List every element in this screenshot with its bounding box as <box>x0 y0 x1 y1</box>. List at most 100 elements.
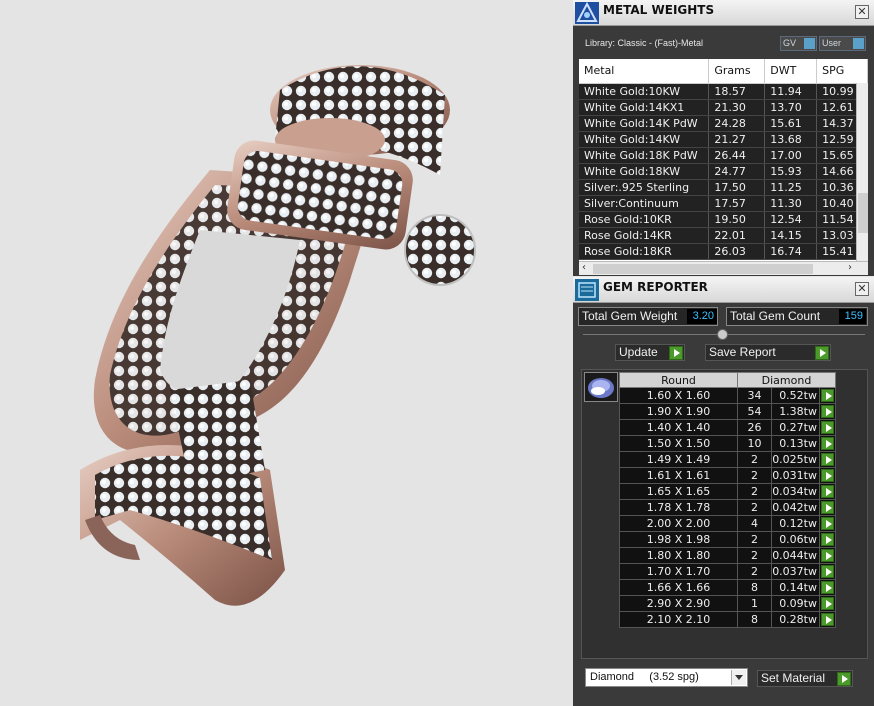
gem-size: 1.70 X 1.70 <box>619 563 738 580</box>
gem-row[interactable]: 1.49 X 1.49 2 0.025tw <box>619 451 836 468</box>
scroll-right-icon[interactable]: › <box>848 262 852 273</box>
gem-row-go-icon[interactable] <box>821 581 834 594</box>
gem-row-go-icon[interactable] <box>821 565 834 578</box>
set-material-go-icon[interactable] <box>837 672 851 686</box>
metal-row[interactable]: White Gold:18K PdW 26.44 17.00 15.65 <box>579 147 868 164</box>
gem-row[interactable]: 2.00 X 2.00 4 0.12tw <box>619 515 836 532</box>
column-header-spg[interactable]: SPG <box>816 59 868 84</box>
gem-reporter-icon <box>575 279 599 301</box>
gem-row[interactable]: 1.60 X 1.60 34 0.52tw <box>619 387 836 404</box>
metal-name: Rose Gold:18KR <box>579 243 710 260</box>
gem-row-go-icon[interactable] <box>821 453 834 466</box>
metal-name: White Gold:14KW <box>579 131 710 148</box>
update-button-label: Update <box>619 345 658 359</box>
grams-value: 17.57 <box>708 195 766 212</box>
gem-row-go-icon[interactable] <box>821 501 834 514</box>
gem-row-go-icon[interactable] <box>821 533 834 546</box>
user-toggle[interactable]: User <box>819 36 866 51</box>
vertical-scroll-thumb[interactable] <box>858 193 868 233</box>
total-gem-count-label: Total Gem Count <box>730 309 821 323</box>
metal-name: Rose Gold:14KR <box>579 227 710 244</box>
column-header-grams[interactable]: Grams <box>708 59 766 84</box>
gem-row[interactable]: 1.78 X 1.78 2 0.042tw <box>619 499 836 516</box>
grams-value: 26.44 <box>708 147 766 164</box>
chevron-down-icon[interactable] <box>731 670 746 685</box>
gem-row-action-cell <box>819 451 836 468</box>
gem-row[interactable]: 2.90 X 2.90 1 0.09tw <box>619 595 836 612</box>
gem-row[interactable]: 1.65 X 1.65 2 0.034tw <box>619 483 836 500</box>
gem-row[interactable]: 2.10 X 2.10 8 0.28tw <box>619 611 836 628</box>
gem-row-go-icon[interactable] <box>821 421 834 434</box>
gem-row-go-icon[interactable] <box>821 549 834 562</box>
gem-count: 8 <box>737 579 772 596</box>
metal-table-horizontal-scrollbar[interactable]: ‹ › <box>579 261 868 275</box>
metal-row[interactable]: White Gold:18KW 24.77 15.93 14.66 <box>579 163 868 180</box>
gem-row[interactable]: 1.70 X 1.70 2 0.037tw <box>619 563 836 580</box>
metal-row[interactable]: Rose Gold:14KR 22.01 14.15 13.03 <box>579 227 868 244</box>
gem-row[interactable]: 1.61 X 1.61 2 0.031tw <box>619 467 836 484</box>
gem-row-go-icon[interactable] <box>821 405 834 418</box>
gem-row[interactable]: 1.80 X 1.80 2 0.044tw <box>619 547 836 564</box>
gem-row[interactable]: 1.66 X 1.66 8 0.14tw <box>619 579 836 596</box>
metal-row[interactable]: Rose Gold:18KR 26.03 16.74 15.41 <box>579 243 868 260</box>
save-report-go-icon[interactable] <box>815 346 829 360</box>
gem-count: 34 <box>737 387 772 404</box>
gem-row-go-icon[interactable] <box>821 389 834 402</box>
gem-count: 2 <box>737 531 772 548</box>
metal-table-container[interactable]: Metal Grams DWT SPG White Gold:10KW 18.57… <box>579 59 868 275</box>
gem-count: 2 <box>737 563 772 580</box>
gem-row-go-icon[interactable] <box>821 469 834 482</box>
gem-size: 1.66 X 1.66 <box>619 579 738 596</box>
gem-row-go-icon[interactable] <box>821 517 834 530</box>
round-diamond-thumbnail[interactable] <box>584 372 618 402</box>
column-header-metal[interactable]: Metal <box>579 59 710 84</box>
gem-row-go-icon[interactable] <box>821 485 834 498</box>
gem-row-action-cell <box>819 387 836 404</box>
gv-toggle[interactable]: GV <box>780 36 817 51</box>
gem-row[interactable]: 1.50 X 1.50 10 0.13tw <box>619 435 836 452</box>
user-toggle-label: User <box>822 38 842 48</box>
gem-row[interactable]: 1.98 X 1.98 2 0.06tw <box>619 531 836 548</box>
gem-row[interactable]: 1.90 X 1.90 54 1.38tw <box>619 403 836 420</box>
metal-row[interactable]: White Gold:14KW 21.27 13.68 12.59 <box>579 131 868 148</box>
gem-row-action-cell <box>819 467 836 484</box>
metal-row[interactable]: Silver:.925 Sterling 17.50 11.25 10.36 <box>579 179 868 196</box>
update-go-icon[interactable] <box>669 346 683 360</box>
metal-row[interactable]: White Gold:10KW 18.57 11.94 10.99 <box>579 83 868 100</box>
gem-count: 2 <box>737 547 772 564</box>
material-select[interactable]: Diamond (3.52 spg) <box>585 668 748 687</box>
horizontal-scroll-thumb[interactable] <box>593 264 813 274</box>
gem-row-action-cell <box>819 611 836 628</box>
metal-weights-titlebar[interactable]: METAL WEIGHTS ✕ <box>573 0 874 26</box>
gem-size: 1.78 X 1.78 <box>619 499 738 516</box>
metal-name: White Gold:18K PdW <box>579 147 710 164</box>
close-icon[interactable]: ✕ <box>855 5 869 19</box>
gem-list-area[interactable]: Round Diamond 1.60 X 1.60 34 0.52tw 1.90 X … <box>581 369 868 659</box>
metal-row[interactable]: White Gold:14KX1 21.30 13.70 12.61 <box>579 99 868 116</box>
gem-total-weight: 0.044tw <box>771 547 820 564</box>
gem-row-go-icon[interactable] <box>821 437 834 450</box>
gem-reporter-titlebar[interactable]: GEM REPORTER ✕ <box>573 277 874 303</box>
gem-size: 1.61 X 1.61 <box>619 467 738 484</box>
close-icon[interactable]: ✕ <box>855 282 869 296</box>
gem-row-go-icon[interactable] <box>821 613 834 626</box>
slider-knob[interactable] <box>717 329 728 340</box>
gem-row-go-icon[interactable] <box>821 597 834 610</box>
grams-value: 21.27 <box>708 131 766 148</box>
dwt-value: 13.70 <box>764 99 818 116</box>
metal-name: Silver:Continuum <box>579 195 710 212</box>
column-header-dwt[interactable]: DWT <box>764 59 818 84</box>
metal-row[interactable]: Silver:Continuum 17.57 11.30 10.40 <box>579 195 868 212</box>
metal-table-vertical-scrollbar[interactable] <box>856 83 868 263</box>
save-report-button[interactable]: Save Report <box>705 344 831 361</box>
dwt-value: 12.54 <box>764 211 818 228</box>
metal-row[interactable]: Rose Gold:10KR 19.50 12.54 11.54 <box>579 211 868 228</box>
gem-table: Round Diamond 1.60 X 1.60 34 0.52tw 1.90 X … <box>619 372 836 628</box>
3d-viewport[interactable] <box>0 0 573 706</box>
gem-size: 1.98 X 1.98 <box>619 531 738 548</box>
gem-row[interactable]: 1.40 X 1.40 26 0.27tw <box>619 419 836 436</box>
grams-value: 26.03 <box>708 243 766 260</box>
round-diamond-icon <box>588 378 614 398</box>
metal-row[interactable]: White Gold:14K PdW 24.28 15.61 14.37 <box>579 115 868 132</box>
scroll-left-icon[interactable]: ‹ <box>582 262 586 273</box>
